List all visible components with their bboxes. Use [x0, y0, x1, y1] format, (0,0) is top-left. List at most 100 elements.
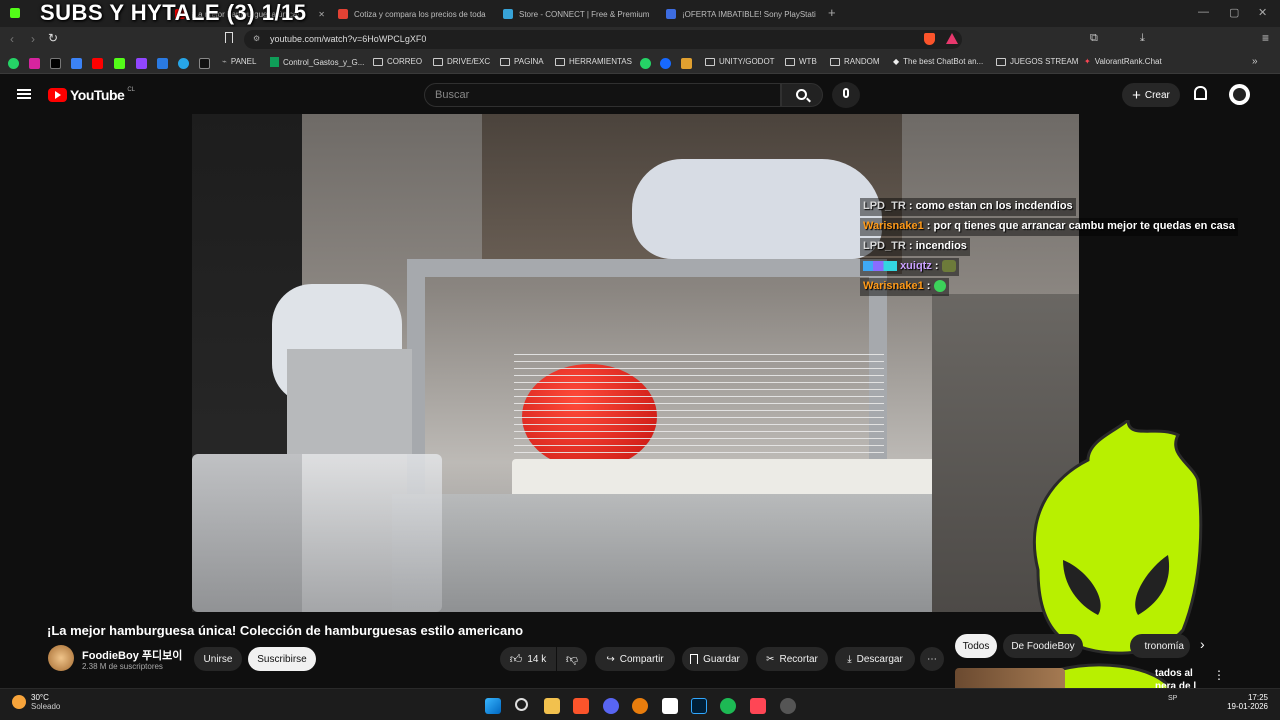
folder-icon [996, 57, 1006, 66]
video-title: ¡La mejor hamburguesa única! Colección d… [47, 623, 524, 638]
more-actions-button[interactable]: ⋯ [920, 647, 944, 671]
filter-chip-todos[interactable]: Todos [955, 634, 997, 658]
channel-avatar[interactable] [48, 645, 74, 671]
dislike-button[interactable]: 👎︎ [557, 647, 587, 671]
site-info-icon[interactable]: ⚙ [253, 34, 260, 43]
minimize-button[interactable]: — [1198, 6, 1209, 18]
video-player[interactable] [192, 114, 1079, 612]
more-options-icon[interactable]: ⋮ [1213, 668, 1225, 682]
search-icon[interactable] [515, 698, 528, 711]
maximize-button[interactable]: ▢ [1229, 6, 1239, 19]
back-icon[interactable]: ‹ [10, 32, 14, 46]
download-button[interactable]: ⤓ Descargar [835, 647, 915, 671]
blender-icon[interactable] [632, 698, 648, 714]
brave-rewards-icon[interactable] [946, 33, 958, 44]
youtube-icon[interactable] [92, 58, 103, 69]
filter-chip-gastronomia[interactable]: tronomía [1130, 634, 1190, 658]
photoshop-icon[interactable] [691, 698, 707, 714]
channel-name[interactable]: FoodieBoy 푸디보이 [82, 647, 182, 663]
system-clock[interactable]: 17:25 19-01-2026 [1224, 693, 1268, 711]
url-text: youtube.com/watch?v=6HoWPCLgXF0 [270, 34, 427, 44]
recommended-title[interactable]: tados al [1155, 668, 1193, 679]
video-frame-blades [514, 354, 884, 454]
bookmark-icon[interactable] [71, 58, 82, 69]
stream-overlay-title: SUBS Y HYTALE (3) 1/15 [40, 0, 307, 25]
avatar[interactable] [1229, 84, 1250, 105]
filter-label: Todos [962, 640, 990, 652]
bookmark-folder-correo[interactable]: CORREO [373, 57, 422, 66]
bookmark-folder-wtb[interactable]: WTB [785, 57, 817, 66]
download-icon[interactable]: ⤓ [1140, 32, 1145, 45]
filter-chip-foodieboy[interactable]: De FoodieBoy [1003, 634, 1083, 658]
kick-icon[interactable] [114, 58, 125, 69]
video-frame-container [192, 454, 442, 612]
instagram-icon[interactable] [29, 58, 40, 69]
bookmark-chatbot[interactable]: ◆ The best ChatBot an... [893, 57, 983, 66]
subscribe-button[interactable]: Suscribirse [248, 647, 316, 671]
recommended-thumbnail[interactable] [955, 668, 1065, 688]
extensions-icon[interactable]: ⧉ [1090, 32, 1098, 45]
save-button[interactable]: Guardar [682, 647, 748, 671]
bookmark-icon[interactable] [225, 32, 233, 43]
bookmark-label: CORREO [387, 57, 423, 66]
bookmark-icon[interactable] [640, 58, 651, 69]
tab-favicon [503, 9, 513, 19]
url-input[interactable]: ⚙ youtube.com/watch?v=6HoWPCLgXF0 [244, 30, 962, 49]
youtube-logo[interactable]: YouTube CL [48, 87, 135, 103]
menu-icon[interactable]: ≡ [1262, 31, 1269, 45]
twitch-icon[interactable] [136, 58, 147, 69]
notion-icon[interactable] [662, 698, 678, 714]
clip-button[interactable]: ✂ Recortar [756, 647, 828, 671]
bookmark-panel[interactable]: ⌁ PANEL [222, 57, 256, 66]
like-count: 14 k [527, 653, 547, 665]
discord-icon[interactable] [603, 698, 619, 714]
tab-label: Store - CONNECT | Free & Premium [519, 9, 650, 19]
chevron-right-icon[interactable]: › [1200, 636, 1205, 652]
weather-widget[interactable]: 30°C Soleado [12, 693, 60, 711]
tab-oferta[interactable]: ¡OFERTA IMBATIBLE! Sony PlayStation [666, 4, 816, 24]
bookmark-folder-herramientas[interactable]: HERRAMIENTAS [555, 57, 632, 66]
brave-shield-icon[interactable] [924, 33, 935, 45]
file-explorer-icon[interactable] [544, 698, 560, 714]
x-icon[interactable] [50, 58, 61, 69]
bookmark-icon[interactable] [199, 58, 210, 69]
chat-text: como estan cn los incdendios [915, 200, 1073, 212]
hamburger-menu-icon[interactable] [17, 89, 31, 99]
join-button[interactable]: Unirse [194, 647, 242, 671]
voice-search-button[interactable] [832, 82, 860, 108]
close-window-button[interactable]: ✕ [1258, 6, 1267, 19]
like-button[interactable]: 👍︎ 14 k [500, 647, 556, 671]
windows-start-icon[interactable] [485, 698, 501, 714]
telegram-icon[interactable] [178, 58, 189, 69]
bookmark-folder-random[interactable]: RANDOM [830, 57, 880, 66]
app-icon[interactable] [780, 698, 796, 714]
bookmark-valorant[interactable]: ✦ ValorantRank.Chat [1084, 57, 1162, 66]
bookmark-folder-pagina[interactable]: PAGINA [500, 57, 544, 66]
tab-cotiza[interactable]: Cotiza y compara los precios de toda [338, 4, 488, 24]
more-bookmarks-icon[interactable]: » [1252, 56, 1258, 67]
valorant-icon[interactable] [750, 698, 766, 714]
behance-icon[interactable] [660, 58, 671, 69]
whatsapp-icon[interactable] [8, 58, 19, 69]
bookmark-icon[interactable] [157, 58, 168, 69]
create-button[interactable]: + Crear [1122, 83, 1180, 107]
filter-label: tronomía [1144, 640, 1184, 652]
bookmark-icon[interactable] [681, 58, 692, 69]
search-input[interactable]: Buscar [424, 83, 781, 107]
bookmark-control-gastos[interactable]: Control_Gastos_y_G... [270, 57, 364, 67]
brave-icon[interactable] [573, 698, 589, 714]
search-button[interactable] [781, 83, 823, 107]
spotify-icon[interactable] [720, 698, 736, 714]
new-tab-button[interactable]: + [828, 5, 836, 20]
language-indicator[interactable]: SP [1168, 695, 1177, 702]
notifications-bell-icon[interactable] [1194, 86, 1207, 100]
tab-connect[interactable]: Store - CONNECT | Free & Premium [503, 4, 653, 24]
bookmark-folder-drive[interactable]: DRIVE/EXC [433, 57, 490, 66]
bookmark-folder-juegos[interactable]: JUEGOS STREAM [996, 57, 1078, 66]
bookmark-folder-unity[interactable]: UNITY/GODOT [705, 57, 775, 66]
reload-icon[interactable]: ↻ [48, 31, 58, 45]
share-button[interactable]: ↪ Compartir [595, 647, 675, 671]
close-tab-icon[interactable]: ✕ [318, 10, 325, 19]
forward-icon[interactable]: › [31, 32, 35, 46]
kick-icon[interactable] [10, 8, 20, 18]
